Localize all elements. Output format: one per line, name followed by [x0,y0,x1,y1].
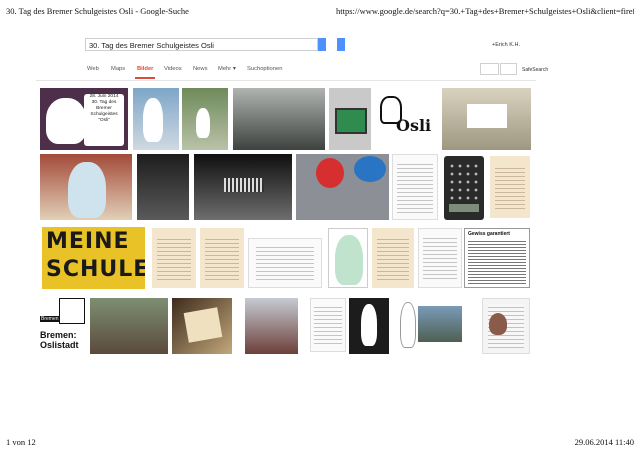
schule-text: SCHULE [46,257,145,282]
image-result-control-desk[interactable] [194,154,292,220]
search-button[interactable] [337,38,345,51]
image-result-letter[interactable] [490,156,530,218]
image-result-paper-1[interactable] [152,228,196,288]
meine-text: MEINE [46,229,130,254]
image-result-ghost-blue[interactable] [133,88,179,150]
image-result-hall-photo[interactable] [442,88,531,150]
safesearch-link[interactable]: SafeSearch [522,67,548,73]
keyboard-shape [224,178,264,192]
image-result-bremen-oslistadt[interactable]: Bremen Bremen: Oslistadt [39,298,85,354]
image-result-ghost-display[interactable] [40,154,132,220]
ghost-shape [400,302,416,348]
tab-mehr[interactable]: Mehr ▾ [218,66,236,72]
ghost-shape [335,235,363,285]
tab-web[interactable]: Web [87,66,99,72]
poster-caption: 28. Juni 2014 30. Tag des Bremer Schulge… [84,94,124,146]
print-datetime: 29.06.2014 11:40 [574,437,634,447]
red-balloon-shape [316,158,344,188]
ghost-shape [68,162,106,218]
image-result-poster[interactable]: 28. Juni 2014 30. Tag des Bremer Schulge… [40,88,128,150]
image-result-osli-logo[interactable]: Osli [376,88,438,150]
blue-balloon-shape [354,156,386,182]
image-result-newspaper-clip[interactable]: Gewiss garantiert [464,228,530,288]
search-button-left-edge[interactable] [318,38,326,51]
ghost-shape [46,98,86,144]
tab-videos[interactable]: Videos [164,66,182,72]
image-result-ghost-green[interactable] [328,228,368,288]
clip-headline: Gewiss garantiert [468,231,510,237]
tab-suchoptionen[interactable]: Suchoptionen [247,66,282,72]
page-number: 1 von 12 [6,437,36,447]
print-header: 30. Tag des Bremer Schulgeistes Osli - G… [6,6,634,20]
bremen-badge: Bremen [40,316,60,322]
tab-news[interactable]: News [193,66,208,72]
image-result-meine-schule[interactable]: MEINE SCHULE [42,227,145,289]
bremen-label: Bremen: Oslistadt [40,330,79,350]
ghost-shape [196,108,210,138]
image-result-calculator[interactable] [444,156,484,220]
green-board-shape [335,108,367,134]
print-page-url: https://www.google.de/search?q=30.+Tag+d… [336,6,634,16]
calculator-keys [448,162,480,202]
print-page-title: 30. Tag des Bremer Schulgeistes Osli - G… [6,6,189,16]
search-input[interactable]: 30. Tag des Bremer Schulgeistes Osli [85,38,318,51]
osli-stamp-icon [59,298,85,324]
image-result-ghost-dark[interactable] [349,298,389,354]
user-profile-link[interactable]: +Erich K.H. [492,42,520,48]
image-result-letter-wide[interactable] [248,238,322,288]
ghost-shape [361,304,377,346]
ghost-shape [143,98,163,142]
image-result-document[interactable] [392,154,438,220]
image-result-kiosk[interactable] [245,298,298,354]
image-result-document-2[interactable] [418,228,462,288]
settings-toggle-button[interactable] [500,63,517,75]
image-result-paper-2[interactable] [200,228,244,288]
tab-maps[interactable]: Maps [111,66,125,72]
clip-body-lines [468,239,526,284]
image-result-document-3[interactable] [310,298,346,352]
tab-bilder[interactable]: Bilder [137,66,153,72]
image-result-machine-photo[interactable] [233,88,325,150]
view-toggle-button[interactable] [480,63,499,75]
image-result-paper-3[interactable] [372,228,414,288]
image-result-balloons[interactable] [296,154,389,220]
nav-divider [36,80,536,81]
table-shape [467,104,507,128]
image-result-book-hands[interactable] [172,298,232,354]
image-result-man-portrait[interactable] [137,154,189,220]
portrait-shape [489,313,507,335]
image-result-newspaper-portrait[interactable] [482,298,530,354]
active-tab-indicator [135,77,155,79]
osli-lettering: Osli [396,116,432,135]
open-book-shape [183,307,223,343]
image-result-ghost-pair[interactable] [396,298,466,352]
image-result-street-scene[interactable] [90,298,168,354]
image-result-schoolyard[interactable] [182,88,228,150]
photo-shape [418,306,462,342]
calculator-display [449,204,479,212]
